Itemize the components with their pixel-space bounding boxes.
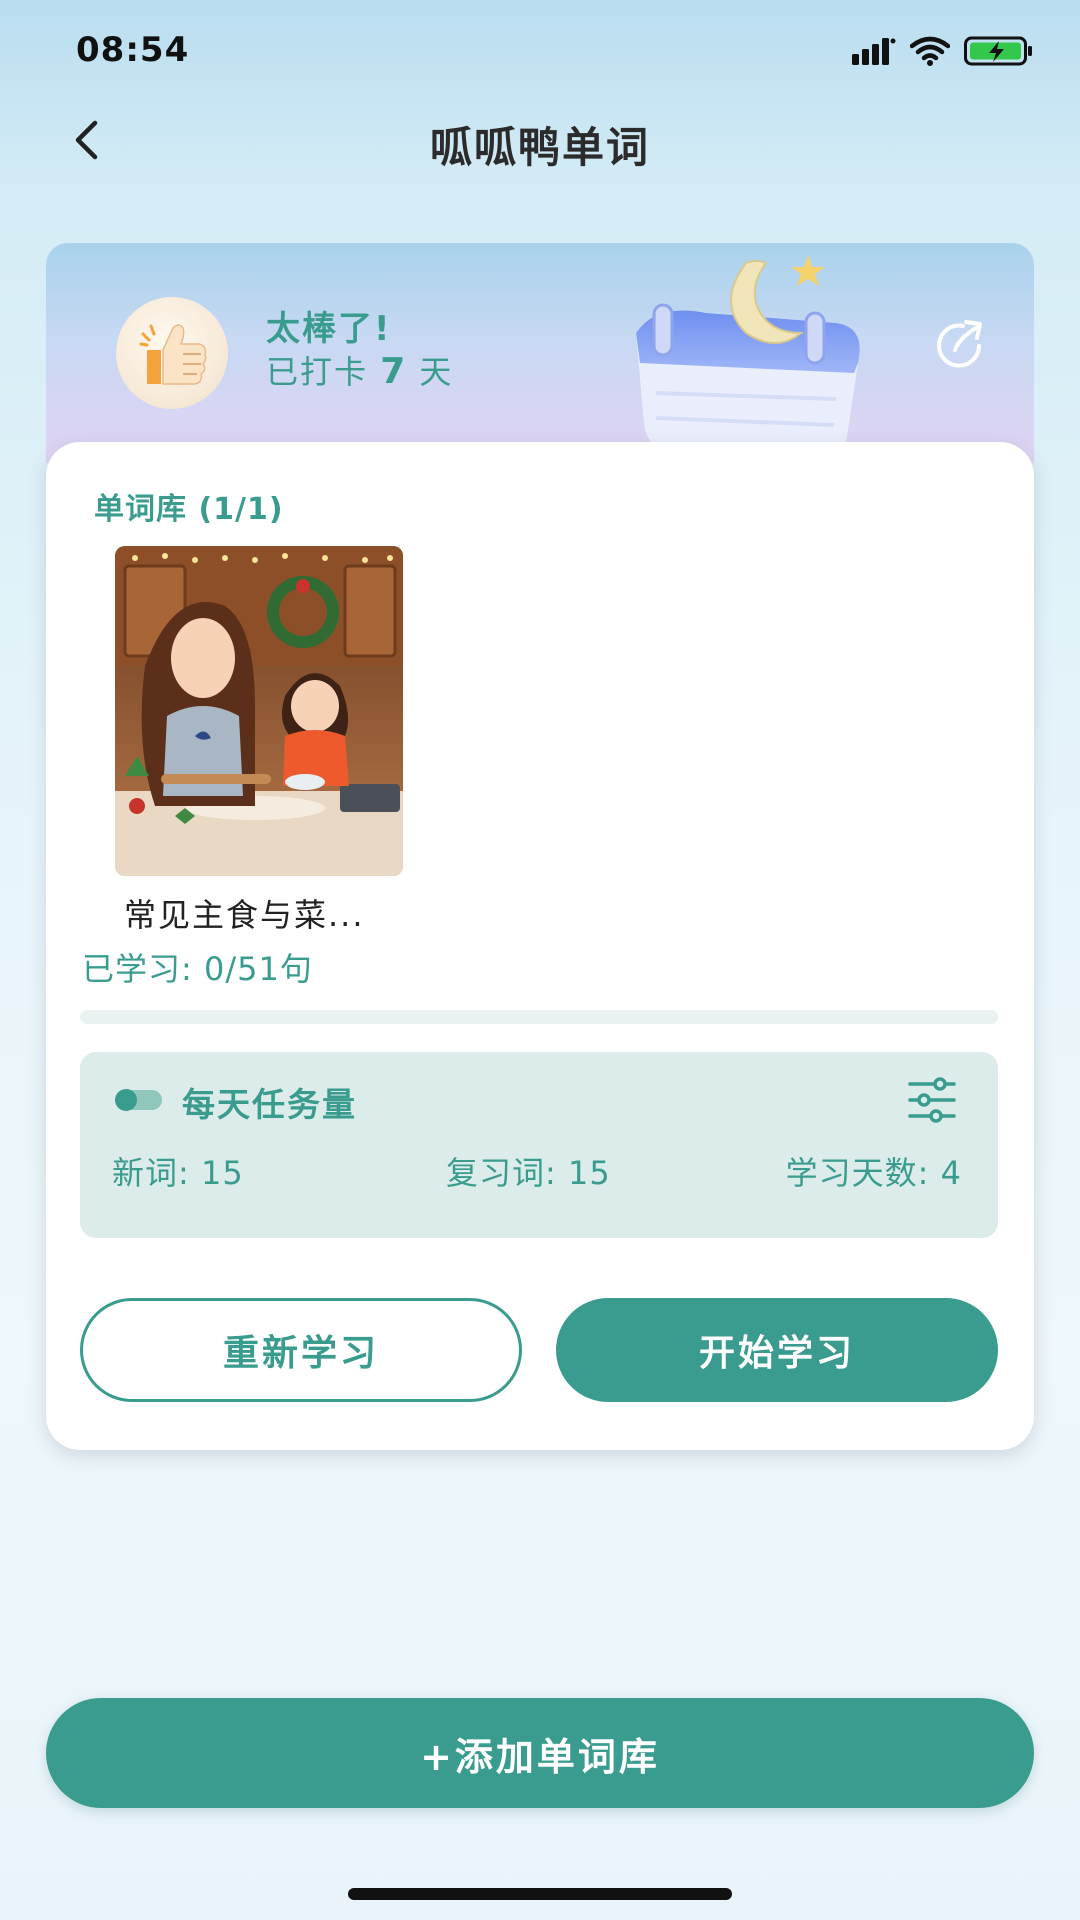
banner-title: 太棒了! bbox=[266, 309, 392, 349]
status-bar: 08:54 bbox=[0, 0, 1080, 110]
task-settings-button[interactable] bbox=[906, 1076, 958, 1124]
wifi-icon bbox=[910, 36, 950, 66]
review-words-count: 复习词: 15 bbox=[446, 1154, 611, 1192]
thumbs-up-icon bbox=[139, 324, 207, 385]
share-icon bbox=[937, 320, 982, 368]
cellular-signal-icon bbox=[852, 38, 896, 65]
status-time: 08:54 bbox=[76, 30, 190, 70]
library-title: 单词库 (1/1) bbox=[94, 492, 284, 527]
status-icons bbox=[852, 36, 1034, 66]
study-days-count: 学习天数: 4 bbox=[785, 1154, 962, 1192]
battery-charging-icon bbox=[964, 36, 1032, 66]
book-name: 常见主食与菜... bbox=[124, 896, 365, 934]
daily-task-title: 每天任务量 bbox=[182, 1085, 357, 1124]
progress-bar bbox=[80, 1010, 998, 1024]
toggle-dots-icon bbox=[115, 1089, 162, 1111]
learned-count: 已学习: 0/51句 bbox=[82, 950, 313, 988]
checkin-suffix: 天 bbox=[407, 353, 454, 391]
checkin-prefix: 已打卡 bbox=[266, 353, 381, 391]
new-words-count: 新词: 15 bbox=[112, 1154, 244, 1192]
nav-bar: 呱呱鸭单词 bbox=[0, 100, 1080, 180]
daily-task-panel: 每天任务量 新词: 15 复习词: 15 学习天数: 4 bbox=[80, 1052, 998, 1238]
sliders-icon bbox=[908, 1077, 956, 1123]
checkin-days: 7 bbox=[380, 351, 408, 392]
page-title: 呱呱鸭单词 bbox=[429, 123, 650, 172]
checkin-text: 已打卡 7 天 bbox=[266, 347, 453, 393]
start-button[interactable]: 开始学习 bbox=[556, 1298, 998, 1402]
avatar bbox=[116, 297, 228, 409]
add-library-button[interactable]: +添加单词库 bbox=[46, 1698, 1034, 1808]
home-indicator bbox=[348, 1888, 732, 1900]
restart-button[interactable]: 重新学习 bbox=[80, 1298, 522, 1402]
library-card: 单词库 (1/1) 常见主食与菜... 已学习: 0/51句 每天任务量 新词:… bbox=[46, 442, 1034, 1450]
calendar-moon-illustration bbox=[636, 255, 860, 462]
share-button[interactable] bbox=[932, 315, 990, 373]
book-cover-illustration bbox=[115, 546, 403, 876]
book-cover[interactable] bbox=[115, 546, 403, 876]
checkin-banner: 太棒了! 已打卡 7 天 bbox=[46, 243, 1034, 463]
